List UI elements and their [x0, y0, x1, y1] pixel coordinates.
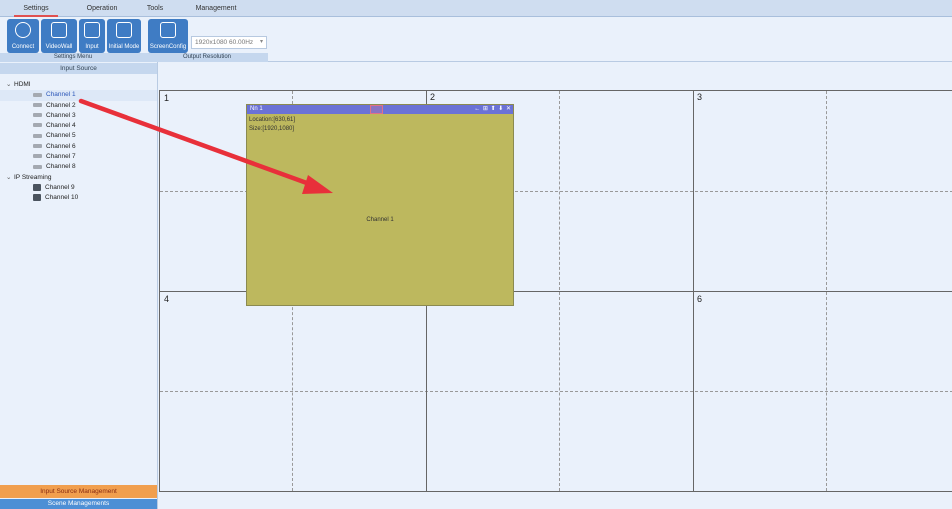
tree-item-channel-6[interactable]: Channel 6 [0, 142, 157, 152]
tree-item-label: Channel 2 [46, 101, 76, 109]
input-icon [84, 22, 100, 38]
connect-label: Connect [11, 44, 35, 50]
videowall-button[interactable]: VideoWall [41, 19, 77, 53]
input-source-tree: ⌄ HDMI Channel 1 Channel 2 Channel 3 Chan… [0, 80, 157, 204]
maximize-icon[interactable]: ⊞ [483, 105, 488, 114]
tree-item-channel-8[interactable]: Channel 8 [0, 162, 157, 172]
grid-icon [116, 22, 132, 38]
tree-item-label: Channel 9 [45, 183, 75, 191]
stream-icon [33, 183, 41, 191]
back-icon[interactable]: ← [474, 105, 480, 114]
hdmi-icon [33, 123, 42, 128]
window-location: Location:[630,61] [249, 117, 296, 123]
tree-item-channel-4[interactable]: Channel 4 [0, 121, 157, 131]
hdmi-icon [33, 164, 42, 169]
tree-item-label: Channel 3 [46, 111, 76, 119]
screen-label-4: 4 [164, 294, 170, 304]
tree-item-label: Channel 8 [46, 163, 76, 171]
connect-button[interactable]: Connect [7, 19, 39, 53]
window-title: Nn 1 [250, 106, 263, 112]
tree-item-label: Channel 5 [46, 132, 76, 140]
tree-item-channel-2[interactable]: Channel 2 [0, 101, 157, 111]
menu-settings[interactable]: Settings [14, 0, 58, 17]
bring-up-icon[interactable]: ⬆ [491, 105, 496, 114]
videowall-icon [51, 22, 67, 38]
tree-group-label: HDMI [14, 81, 31, 88]
scene-managements-tab[interactable]: Scene Managements [0, 499, 157, 509]
hdmi-icon [33, 133, 42, 138]
tree-group-label: IP Streaming [14, 173, 52, 181]
tree-item-label: Channel 7 [46, 153, 76, 161]
menu-tools[interactable]: Tools [140, 0, 170, 17]
screenconfig-icon [160, 22, 176, 38]
grid-line [826, 91, 827, 491]
screen-label-6: 6 [697, 294, 703, 304]
screenconfig-button[interactable]: ScreenConfig [148, 19, 188, 53]
settings-menu-group-label: Settings Menu [0, 53, 146, 62]
input-source-management-tab[interactable]: Input Source Management [0, 485, 157, 498]
hdmi-icon [33, 113, 42, 118]
hdmi-icon [33, 92, 42, 97]
grid-line [559, 91, 560, 491]
output-resolution-group-label: Output Resolution [146, 53, 268, 62]
tree-item-channel-10[interactable]: Channel 10 [0, 193, 157, 203]
grid-line [160, 391, 952, 392]
grid-line [693, 91, 694, 491]
connect-icon [15, 22, 31, 38]
screenconfig-label: ScreenConfig [149, 44, 187, 50]
resolution-select[interactable]: 1920x1080 60.00Hz ▾ [191, 36, 267, 49]
sidebar-header: Input Source [0, 63, 157, 74]
tree-item-channel-7[interactable]: Channel 7 [0, 152, 157, 162]
tree-item-label: Channel 4 [46, 122, 76, 130]
initial-mode-button[interactable]: Initial Mode [107, 19, 141, 53]
videowall-label: VideoWall [45, 44, 73, 50]
screen-label-2: 2 [430, 92, 436, 102]
input-label: Input [85, 44, 99, 50]
chevron-down-icon: ⌄ [6, 173, 12, 181]
hdmi-icon [33, 144, 42, 149]
screen-label-3: 3 [697, 92, 703, 102]
input-button[interactable]: Input [79, 19, 105, 53]
tree-item-label: Channel 10 [45, 194, 79, 202]
resolution-value: 1920x1080 60.00Hz [195, 39, 254, 46]
initial-mode-label: Initial Mode [108, 44, 140, 50]
send-down-icon[interactable]: ⬇ [498, 105, 503, 114]
tree-item-label: Channel 1 [46, 91, 76, 99]
menu-operation[interactable]: Operation [80, 0, 124, 17]
channel-window[interactable]: Nn 1 ← ⊞ ⬆ ⬇ ✕ Location:[630,61] Size:[1… [246, 104, 514, 306]
tree-group-ip-streaming[interactable]: ⌄ IP Streaming [0, 173, 157, 183]
drop-target-marker [370, 105, 383, 114]
sidebar: Input Source ⌄ HDMI Channel 1 Channel 2 C… [0, 62, 158, 509]
tree-item-channel-1[interactable]: Channel 1 [0, 90, 157, 101]
menu-bar: Settings Operation Tools Management [0, 0, 952, 17]
tree-item-channel-9[interactable]: Channel 9 [0, 183, 157, 193]
hdmi-icon [33, 154, 42, 159]
ribbon: Connect VideoWall Input Initial Mode Scr… [0, 17, 952, 62]
screen-label-1: 1 [164, 93, 170, 103]
chevron-down-icon: ▾ [259, 39, 263, 45]
window-content-label: Channel 1 [366, 217, 394, 223]
close-icon[interactable]: ✕ [506, 105, 511, 114]
hdmi-icon [33, 102, 42, 107]
chevron-down-icon: ⌄ [6, 81, 12, 88]
tree-item-channel-5[interactable]: Channel 5 [0, 131, 157, 141]
window-controls: ← ⊞ ⬆ ⬇ ✕ [473, 105, 511, 114]
menu-management[interactable]: Management [188, 0, 244, 17]
tree-item-label: Channel 6 [46, 142, 76, 150]
window-size: Size:[1920,1080] [249, 126, 295, 132]
stream-icon [33, 194, 41, 202]
tree-item-channel-3[interactable]: Channel 3 [0, 111, 157, 121]
tree-group-hdmi[interactable]: ⌄ HDMI [0, 80, 157, 90]
